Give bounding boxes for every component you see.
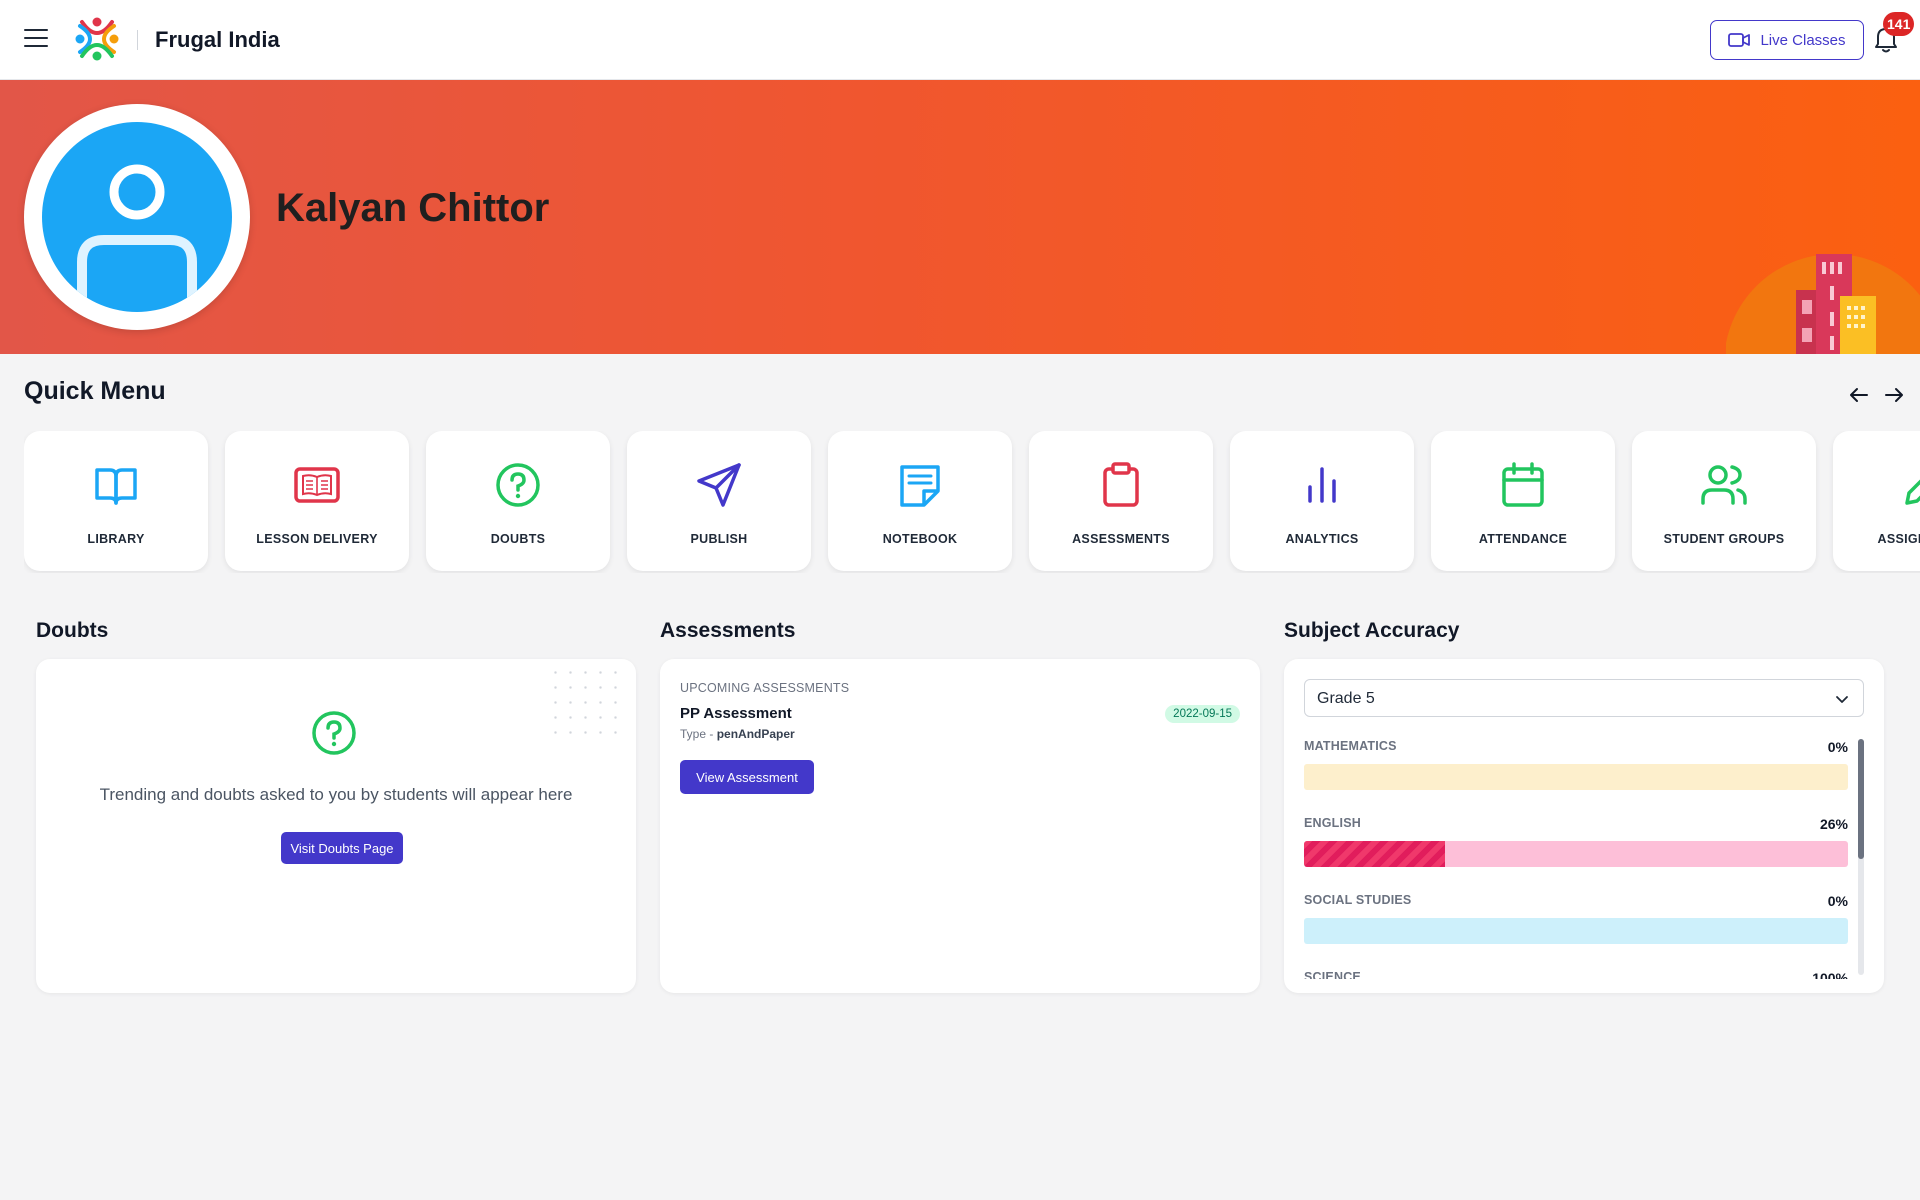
clipboard-icon — [1103, 462, 1139, 507]
subject-row: SCIENCE 100% — [1304, 970, 1848, 979]
chevron-down-icon — [1836, 696, 1848, 703]
top-bar: Frugal India Live Classes 141 — [0, 0, 1920, 80]
quick-menu-assessments[interactable]: ASSESSMENTS — [1029, 431, 1213, 571]
grade-select-value: Grade 5 — [1317, 690, 1375, 707]
arrow-left-icon[interactable] — [1846, 382, 1872, 408]
quick-menu-label: ASSESSMENTS — [1072, 532, 1170, 546]
assessment-date-badge: 2022-09-15 — [1165, 705, 1240, 723]
quick-menu-publish[interactable]: PUBLISH — [627, 431, 811, 571]
assessment-type-label: Type - — [680, 727, 717, 741]
quick-menu-label: LIBRARY — [87, 532, 145, 546]
subject-name: MATHEMATICS — [1304, 739, 1397, 753]
subject-name: SOCIAL STUDIES — [1304, 893, 1412, 907]
subject-bar — [1304, 764, 1848, 790]
lesson-icon — [294, 467, 340, 503]
quick-menu-label: ATTENDANCE — [1478, 532, 1568, 546]
grade-select[interactable]: Grade 5 — [1304, 679, 1864, 717]
quick-menu-label: ANALYTICS — [1285, 532, 1359, 546]
quick-menu-lesson-delivery[interactable]: LESSON DELIVERY — [225, 431, 409, 571]
subject-list[interactable]: MATHEMATICS 0% ENGLISH 26% SOCIAL STUDIE… — [1304, 739, 1848, 979]
send-icon — [697, 463, 741, 507]
avatar — [42, 122, 232, 312]
subject-percent: 0% — [1827, 893, 1848, 909]
quick-menu-assignments[interactable]: ASSIGNMENTS — [1833, 431, 1920, 571]
quick-menu-doubts[interactable]: DOUBTS — [426, 431, 610, 571]
quick-menu-row: LIBRARY LESSON DELIVERY DOUBTS PUBLISH N… — [24, 431, 1920, 573]
subject-percent: 0% — [1827, 739, 1848, 755]
assessments-panel: UPCOMING ASSESSMENTS PP Assessment Type … — [660, 659, 1260, 993]
quick-menu-label: ASSIGNMENTS — [1877, 532, 1920, 546]
subject-percent: 100% — [1812, 970, 1848, 979]
subject-name: SCIENCE — [1304, 970, 1361, 979]
doubts-panel: Trending and doubts asked to you by stud… — [36, 659, 636, 993]
quick-menu-label: PUBLISH — [690, 532, 748, 546]
calendar-icon — [1502, 462, 1544, 507]
subject-accuracy-panel: Grade 5 MATHEMATICS 0% ENGLISH 26% SOCIA… — [1284, 659, 1884, 993]
notebook-icon — [900, 465, 940, 507]
user-icon — [77, 164, 197, 312]
subject-percent: 26% — [1819, 816, 1848, 832]
subject-row: SOCIAL STUDIES 0% — [1304, 893, 1848, 963]
profile-banner: Kalyan Chittor — [0, 80, 1920, 354]
quick-menu-library[interactable]: LIBRARY — [24, 431, 208, 571]
subject-bar — [1304, 918, 1848, 944]
subject-bar-fill — [1304, 841, 1446, 867]
scrollbar-thumb[interactable] — [1858, 739, 1864, 859]
scrollbar[interactable] — [1858, 739, 1864, 975]
visit-doubts-button[interactable]: Visit Doubts Page — [281, 832, 403, 864]
logo — [75, 17, 119, 61]
doubts-title: Doubts — [36, 619, 109, 642]
quick-menu-title: Quick Menu — [24, 377, 166, 405]
upcoming-assessments-label: UPCOMING ASSESSMENTS — [680, 681, 850, 695]
question-icon — [496, 463, 540, 507]
view-assessment-button[interactable]: View Assessment — [680, 760, 814, 794]
dot-pattern — [548, 665, 628, 741]
users-icon — [1701, 465, 1747, 505]
brand-name: Frugal India — [155, 27, 280, 52]
pen-icon — [1905, 479, 1920, 505]
quick-menu-attendance[interactable]: ATTENDANCE — [1431, 431, 1615, 571]
school-building-icon — [1726, 254, 1920, 354]
doubts-empty-message: Trending and doubts asked to you by stud… — [99, 785, 573, 804]
arrow-right-icon[interactable] — [1881, 382, 1907, 408]
quick-menu-label: STUDENT GROUPS — [1663, 532, 1785, 546]
book-icon — [95, 468, 137, 505]
quick-menu-analytics[interactable]: ANALYTICS — [1230, 431, 1414, 571]
subject-name: ENGLISH — [1304, 816, 1361, 830]
subject-accuracy-title: Subject Accuracy — [1284, 619, 1460, 642]
subject-bar — [1304, 841, 1848, 867]
question-icon — [312, 711, 356, 755]
live-classes-button[interactable]: Live Classes — [1710, 20, 1864, 60]
menu-icon[interactable] — [24, 29, 48, 49]
notification-badge: 141 — [1883, 12, 1915, 36]
subject-row: ENGLISH 26% — [1304, 816, 1848, 886]
brand-divider — [137, 30, 138, 50]
quick-menu-student-groups[interactable]: STUDENT GROUPS — [1632, 431, 1816, 571]
assessment-type-value: penAndPaper — [716, 727, 795, 741]
quick-menu-label: LESSON DELIVERY — [256, 532, 378, 546]
quick-menu-label: NOTEBOOK — [882, 532, 958, 546]
live-classes-label: Live Classes — [1760, 31, 1846, 49]
subject-row: MATHEMATICS 0% — [1304, 739, 1848, 809]
assessment-type: Type - penAndPaper — [680, 727, 795, 741]
bar-chart-icon — [1308, 467, 1336, 503]
assessment-name: PP Assessment — [680, 705, 792, 722]
quick-menu-label: DOUBTS — [490, 532, 546, 546]
video-camera-icon — [1728, 33, 1751, 47]
assessments-title: Assessments — [660, 619, 796, 642]
quick-menu-notebook[interactable]: NOTEBOOK — [828, 431, 1012, 571]
profile-name: Kalyan Chittor — [276, 186, 550, 230]
